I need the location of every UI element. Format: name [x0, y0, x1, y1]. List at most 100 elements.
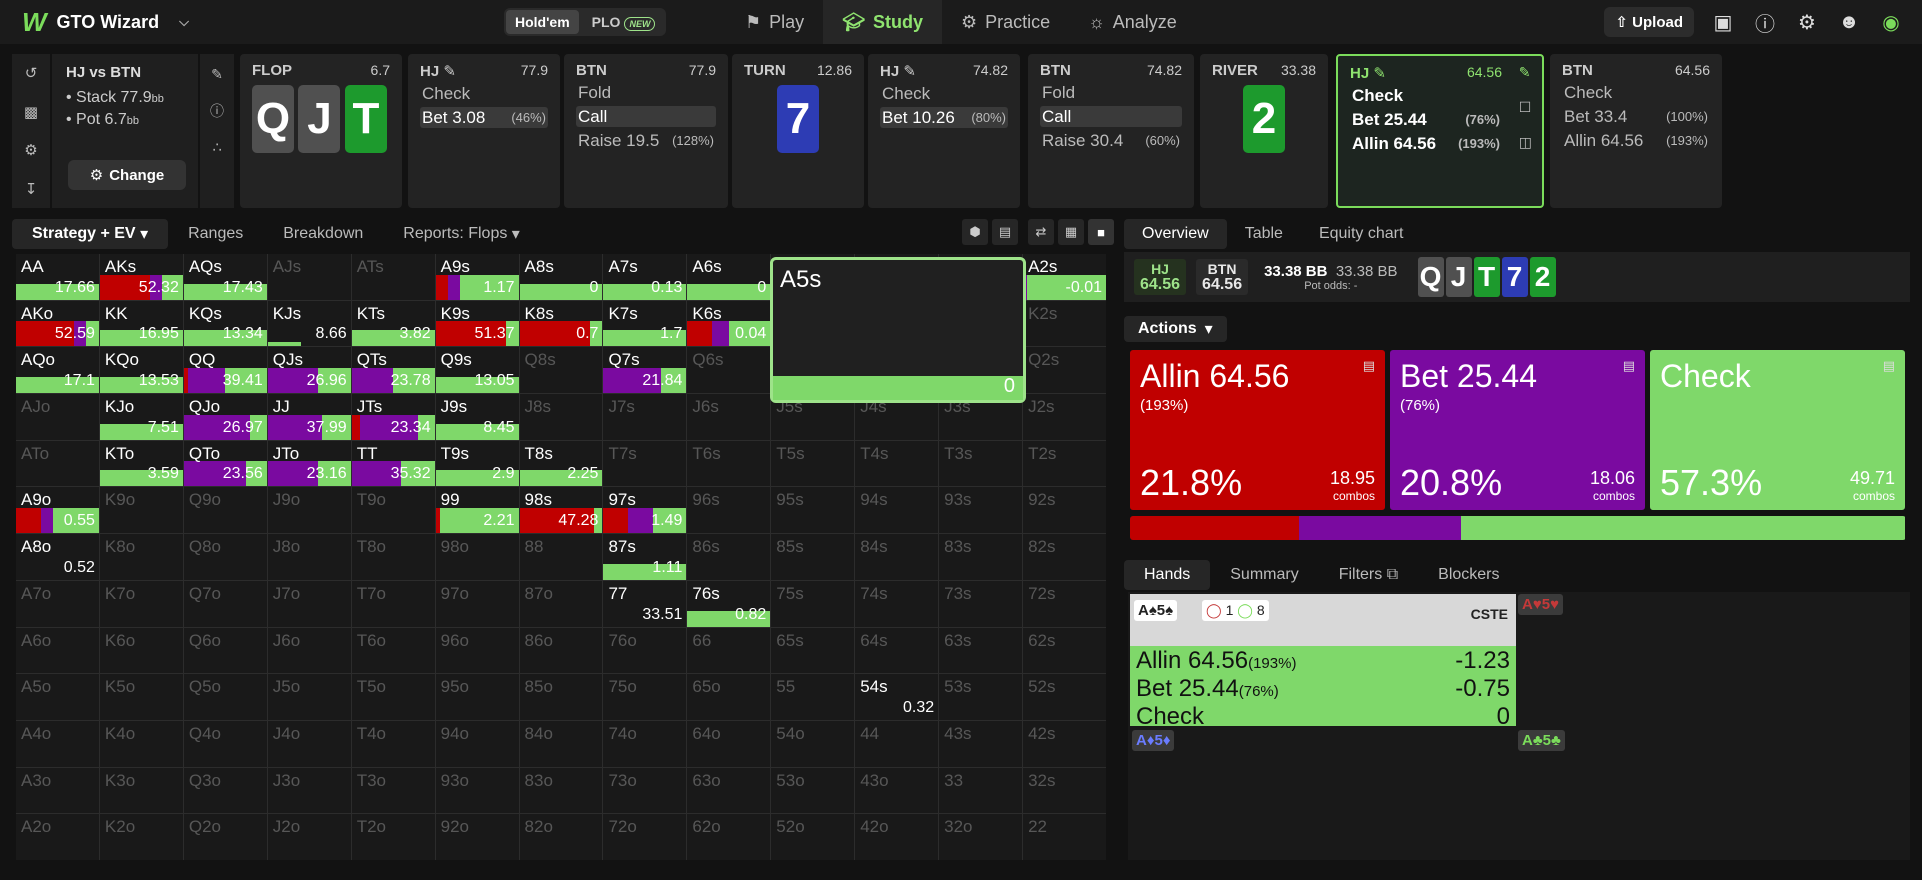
- matrix-cell-T6o[interactable]: T6o: [351, 627, 435, 674]
- matrix-cell-83o[interactable]: 83o: [519, 767, 603, 814]
- change-button[interactable]: ⚙ Change: [68, 160, 186, 190]
- matrix-cell-74s[interactable]: 74s: [855, 580, 939, 627]
- tab-overview[interactable]: Overview: [1124, 219, 1227, 249]
- matrix-cell-T9s[interactable]: T9s 2.9: [435, 440, 519, 487]
- btn-turn-call[interactable]: Call: [1040, 106, 1182, 127]
- details-icon[interactable]: ▤: [1623, 358, 1635, 374]
- matrix-cell-T8o[interactable]: T8o: [351, 534, 435, 580]
- chevron-down-icon[interactable]: ⌵: [179, 14, 189, 30]
- matrix-cell-65s[interactable]: 65s: [771, 627, 855, 674]
- matrix-cell-T4o[interactable]: T4o: [351, 720, 435, 767]
- matrix-cell-T3o[interactable]: T3o: [351, 767, 435, 814]
- matrix-cell-K2o[interactable]: K2o: [99, 814, 183, 860]
- hovered-cell[interactable]: A5s 0: [770, 257, 1026, 403]
- hj-flop-bet[interactable]: Bet 3.08 (46%): [420, 107, 548, 128]
- matrix-cell-T6s[interactable]: T6s: [687, 440, 771, 487]
- tab-blockers[interactable]: Blockers: [1418, 560, 1519, 590]
- matrix-cell-64o[interactable]: 64o: [687, 720, 771, 767]
- cube-icon[interactable]: ⬢: [962, 219, 988, 245]
- matrix-cell-AJo[interactable]: AJo: [16, 394, 99, 440]
- flop-node[interactable]: FLOP 6.7 Q J T: [240, 54, 402, 208]
- matrix-cell-KK[interactable]: KK 16.95: [99, 300, 183, 347]
- river-node[interactable]: RIVER 33.38 2: [1200, 54, 1328, 208]
- matrix-cell-97s[interactable]: 97s 1.49: [603, 487, 687, 534]
- matrix-cell-T2o[interactable]: T2o: [351, 814, 435, 860]
- reset-icon[interactable]: ↺: [25, 64, 38, 82]
- matrix-cell-J4o[interactable]: J4o: [267, 720, 351, 767]
- matrix-cell-AJs[interactable]: AJs: [267, 254, 351, 300]
- matrix-cell-A2s[interactable]: A2s -0.01: [1023, 254, 1106, 300]
- single-view-icon[interactable]: ■: [1088, 219, 1114, 245]
- matrix-cell-KTo[interactable]: KTo 3.59: [99, 440, 183, 487]
- combo-ad5d[interactable]: A♦5♦: [1132, 730, 1175, 751]
- matrix-cell-95o[interactable]: 95o: [435, 674, 519, 720]
- matrix-cell-87s[interactable]: 87s 1.11: [603, 534, 687, 580]
- matrix-cell-J2s[interactable]: J2s: [1023, 394, 1106, 440]
- matrix-cell-J6s[interactable]: J6s: [687, 394, 771, 440]
- matrix-cell-T4s[interactable]: T4s: [855, 440, 939, 487]
- matrix-cell-A8s[interactable]: A8s 0: [519, 254, 603, 300]
- matrix-cell-88[interactable]: 88: [519, 534, 603, 580]
- matrix-cell-K6o[interactable]: K6o: [99, 627, 183, 674]
- matrix-cell-98s[interactable]: 98s 47.28: [519, 487, 603, 534]
- btn-flop-fold[interactable]: Fold: [576, 82, 716, 103]
- tab-hands[interactable]: Hands: [1124, 560, 1211, 590]
- matrix-cell-54o[interactable]: 54o: [771, 720, 855, 767]
- matrix-cell-QJo[interactable]: QJo 26.97: [183, 394, 267, 440]
- matrix-cell-73o[interactable]: 73o: [603, 767, 687, 814]
- matrix-cell-Q7s[interactable]: Q7s 21.84: [603, 347, 687, 394]
- btn-river-allin[interactable]: Allin 64.56 (193%): [1562, 130, 1710, 151]
- matrix-cell-A6o[interactable]: A6o: [16, 627, 99, 674]
- matrix-cell-82s[interactable]: 82s: [1023, 534, 1106, 580]
- matrix-cell-A7o[interactable]: A7o: [16, 580, 99, 627]
- matrix-cell-87o[interactable]: 87o: [519, 580, 603, 627]
- btn-flop-call[interactable]: Call: [576, 106, 716, 127]
- actions-dropdown[interactable]: Actions ▾: [1124, 316, 1227, 342]
- matrix-cell-63s[interactable]: 63s: [939, 627, 1023, 674]
- matrix-cell-53o[interactable]: 53o: [771, 767, 855, 814]
- matrix-cell-QJs[interactable]: QJs 26.96: [267, 347, 351, 394]
- matrix-cell-QQ[interactable]: QQ 39.41: [183, 347, 267, 394]
- tab-table[interactable]: Table: [1227, 219, 1301, 249]
- matrix-cell-K8s[interactable]: K8s 0.7: [519, 300, 603, 347]
- matrix-cell-43o[interactable]: 43o: [855, 767, 939, 814]
- matrix-cell-93o[interactable]: 93o: [435, 767, 519, 814]
- matrix-cell-84s[interactable]: 84s: [855, 534, 939, 580]
- matrix-cell-72o[interactable]: 72o: [603, 814, 687, 860]
- matrix-cell-53s[interactable]: 53s: [939, 674, 1023, 720]
- matrix-cell-Q8s[interactable]: Q8s: [519, 347, 603, 394]
- matrix-cell-K5o[interactable]: K5o: [99, 674, 183, 720]
- matrix-cell-86s[interactable]: 86s: [687, 534, 771, 580]
- matrix-cell-54s[interactable]: 54s 0.32: [855, 674, 939, 720]
- matrix-cell-K3o[interactable]: K3o: [99, 767, 183, 814]
- matrix-cell-J5o[interactable]: J5o: [267, 674, 351, 720]
- combo-ah5h[interactable]: A♥5♥: [1518, 594, 1563, 615]
- matrix-cell-99[interactable]: 99 2.21: [435, 487, 519, 534]
- dots-icon[interactable]: ∴: [213, 139, 222, 156]
- matrix-cell-Q4o[interactable]: Q4o: [183, 720, 267, 767]
- matrix-cell-T7s[interactable]: T7s: [603, 440, 687, 487]
- matrix-cell-J2o[interactable]: J2o: [267, 814, 351, 860]
- matrix-cell-JTo[interactable]: JTo 23.16: [267, 440, 351, 487]
- matrix-cell-AA[interactable]: AA 17.66: [16, 254, 99, 300]
- holdem-toggle[interactable]: Hold'em: [506, 10, 579, 34]
- matrix-cell-AKs[interactable]: AKs 52.32: [99, 254, 183, 300]
- matrix-cell-A2o[interactable]: A2o: [16, 814, 99, 860]
- matrix-cell-64s[interactable]: 64s: [855, 627, 939, 674]
- matrix-cell-QTs[interactable]: QTs 23.78: [351, 347, 435, 394]
- matrix-cell-33[interactable]: 33: [939, 767, 1023, 814]
- save-icon[interactable]: ▩: [24, 103, 38, 121]
- matrix-cell-T8s[interactable]: T8s 2.25: [519, 440, 603, 487]
- matrix-cell-82o[interactable]: 82o: [519, 814, 603, 860]
- compress-icon[interactable]: ⇄: [1028, 219, 1054, 245]
- matrix-cell-92o[interactable]: 92o: [435, 814, 519, 860]
- matrix-cell-ATs[interactable]: ATs: [351, 254, 435, 300]
- matrix-cell-K9o[interactable]: K9o: [99, 487, 183, 534]
- matrix-cell-22[interactable]: 22: [1023, 814, 1106, 860]
- nav-study[interactable]: 🎓︎ Study: [823, 0, 943, 44]
- matrix-cell-Q9o[interactable]: Q9o: [183, 487, 267, 534]
- action-card-bet[interactable]: Bet 25.44 (76%) 20.8% 18.06 combos ▤: [1390, 350, 1645, 510]
- matrix-cell-66[interactable]: 66: [687, 627, 771, 674]
- matrix-cell-KTs[interactable]: KTs 3.82: [351, 300, 435, 347]
- matrix-cell-K7o[interactable]: K7o: [99, 580, 183, 627]
